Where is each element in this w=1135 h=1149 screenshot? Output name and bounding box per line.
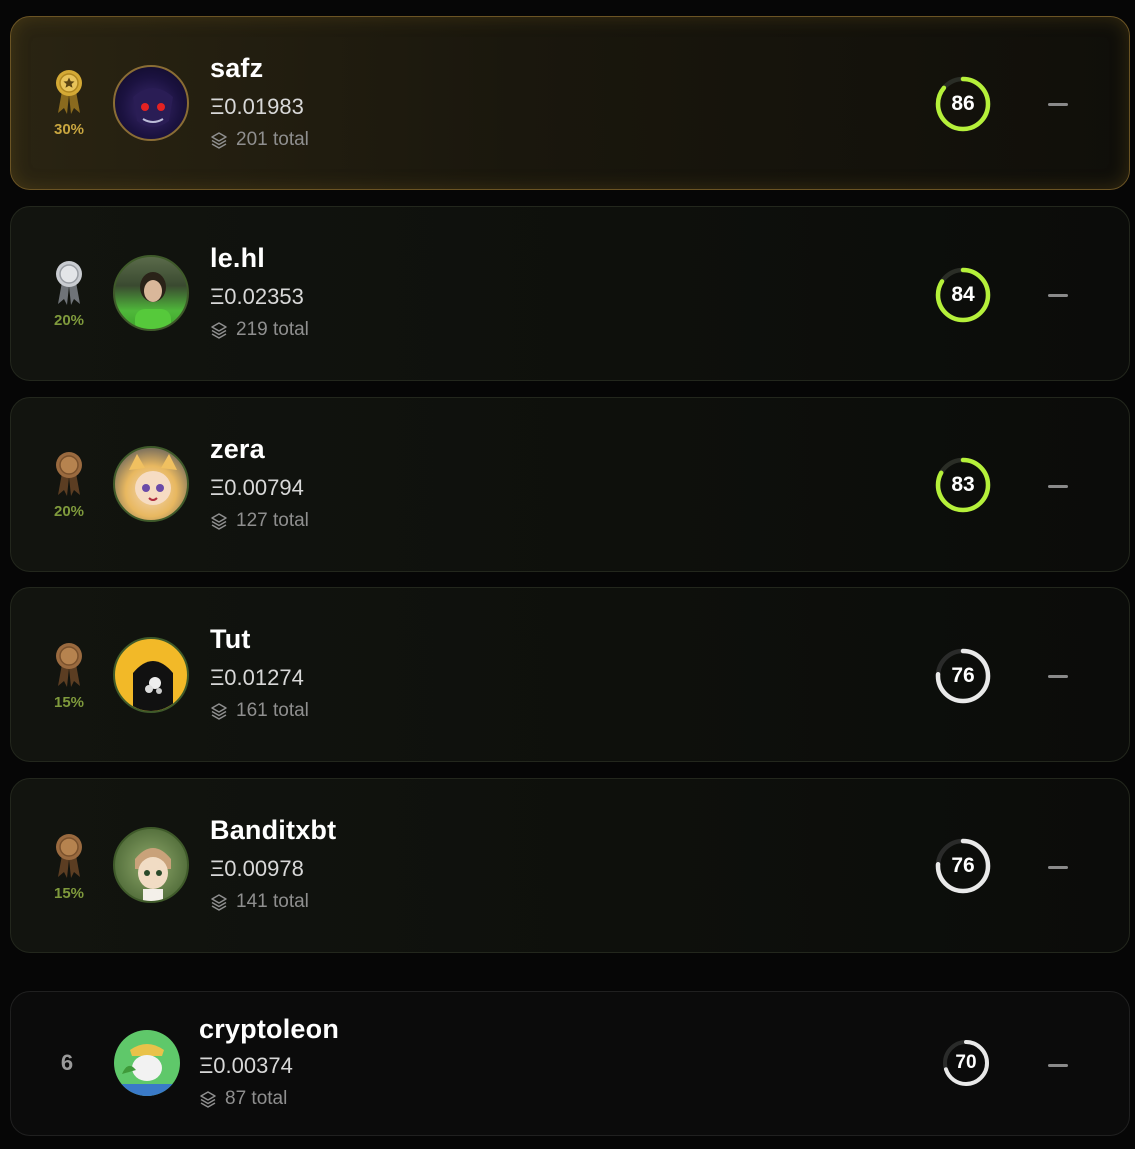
trend-dash	[1048, 866, 1068, 869]
cartoon-character-avatar[interactable]	[114, 1030, 180, 1096]
total-label: 219 total	[236, 319, 309, 340]
layers-icon	[200, 1091, 216, 1108]
score-value: 76	[951, 854, 975, 877]
trend-dash	[1048, 294, 1068, 297]
total-count: 219 total	[210, 319, 309, 341]
anime-boy-avatar[interactable]	[113, 827, 189, 903]
payout-percent: 15%	[53, 885, 85, 902]
score-ring: 84	[934, 266, 992, 324]
layers-icon	[211, 322, 227, 339]
leaderboard-row[interactable]: 15% Tut Ξ0.01274 161 total 76	[10, 587, 1130, 762]
leaderboard-row[interactable]: 15% Banditxbt Ξ0.00978 141 total 76	[10, 778, 1130, 953]
leaderboard-row[interactable]: 6 cryptoleon Ξ0.00374 87 total 70	[10, 991, 1130, 1136]
leaderboard-row[interactable]: 30% safz Ξ0.01983 201 total 86	[10, 16, 1130, 190]
layers-icon	[211, 513, 227, 530]
total-label: 87 total	[225, 1088, 288, 1109]
username[interactable]: Tut	[210, 624, 251, 655]
payout-percent: 15%	[53, 694, 85, 711]
person-photo-avatar[interactable]	[113, 255, 189, 331]
demon-avatar[interactable]	[113, 65, 189, 141]
gold-medal-icon: 30%	[49, 69, 89, 138]
trend-dash	[1048, 485, 1068, 488]
eth-amount: Ξ0.02353	[210, 284, 304, 309]
score-value: 83	[951, 473, 975, 496]
score-ring: 83	[934, 456, 992, 514]
score-value: 70	[955, 1052, 977, 1073]
total-count: 201 total	[210, 129, 309, 151]
total-label: 201 total	[236, 129, 309, 150]
score-ring: 86	[934, 75, 992, 133]
total-count: 87 total	[199, 1088, 287, 1110]
eth-amount: Ξ0.01983	[210, 94, 304, 119]
trend-dash	[1048, 103, 1068, 106]
score-value: 86	[951, 92, 975, 115]
bronze-medal-icon: 15%	[49, 642, 89, 711]
total-count: 127 total	[210, 510, 309, 532]
layers-icon	[211, 703, 227, 720]
eth-amount: Ξ0.00794	[210, 475, 304, 500]
payout-percent: 30%	[53, 121, 85, 138]
score-value: 84	[951, 283, 975, 306]
layers-icon	[211, 894, 227, 911]
username[interactable]: Banditxbt	[210, 815, 336, 846]
total-label: 127 total	[236, 510, 309, 531]
layers-icon	[211, 132, 227, 149]
hooded-figure-avatar[interactable]	[113, 637, 189, 713]
username[interactable]: cryptoleon	[199, 1014, 339, 1045]
username[interactable]: safz	[210, 53, 263, 84]
bronze-medal-icon: 15%	[49, 833, 89, 902]
score-ring: 76	[934, 647, 992, 705]
leaderboard-row[interactable]: 20% le.hl Ξ0.02353 219 total 84	[10, 206, 1130, 381]
score-value: 76	[951, 664, 975, 687]
trend-dash	[1048, 1064, 1068, 1067]
eth-amount: Ξ0.00374	[199, 1053, 293, 1078]
rank-number: 6	[60, 1050, 74, 1075]
silver-medal-icon: 20%	[49, 260, 89, 329]
username[interactable]: zera	[210, 434, 265, 465]
eth-amount: Ξ0.01274	[210, 665, 304, 690]
anime-catgirl-avatar[interactable]	[113, 446, 189, 522]
total-label: 161 total	[236, 700, 309, 721]
score-ring: 76	[934, 837, 992, 895]
score-ring: 70	[941, 1038, 991, 1088]
bronze-medal-icon: 20%	[49, 451, 89, 520]
total-count: 141 total	[210, 891, 309, 913]
trend-dash	[1048, 675, 1068, 678]
leaderboard-row[interactable]: 20% zera Ξ0.00794 127 total 83	[10, 397, 1130, 572]
payout-percent: 20%	[53, 503, 85, 520]
total-label: 141 total	[236, 891, 309, 912]
total-count: 161 total	[210, 700, 309, 722]
eth-amount: Ξ0.00978	[210, 856, 304, 881]
username[interactable]: le.hl	[210, 243, 265, 274]
payout-percent: 20%	[53, 312, 85, 329]
